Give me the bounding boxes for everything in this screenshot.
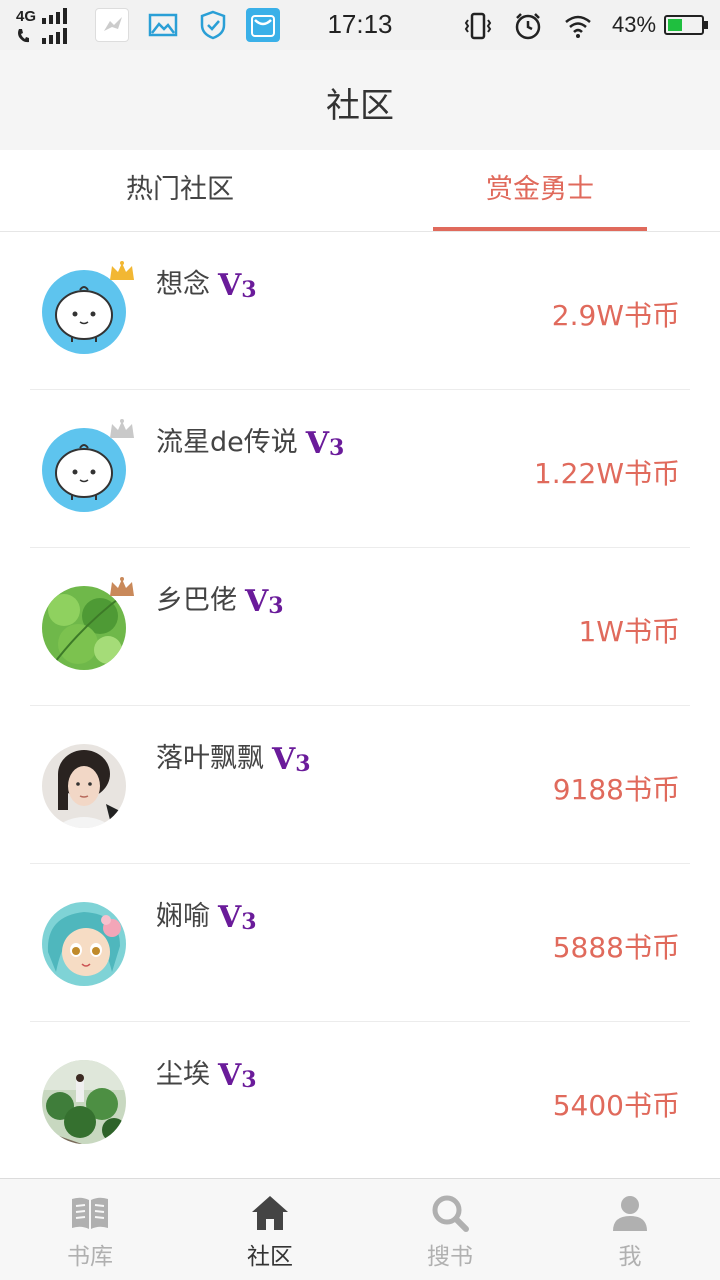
silver-crown-icon [108, 418, 136, 442]
shield-icon [196, 8, 230, 42]
nav-label: 书库 [67, 1244, 113, 1270]
coin-amount: 1.22W书币 [533, 457, 680, 490]
user-name: 流星de传说 V3 [156, 420, 344, 461]
user-name: 娴喻 V3 [156, 894, 257, 935]
list-item[interactable]: 乡巴佬 V3 1W书币 [30, 548, 690, 706]
signal-icon [42, 8, 67, 24]
tab-indicator [433, 227, 647, 231]
list-item[interactable]: 流星de传说 V3 1.22W书币 [30, 390, 690, 548]
signal-indicator: 4G [14, 6, 76, 48]
user-name-text: 娴喻 [156, 901, 210, 932]
signal-icon [42, 28, 67, 44]
vip-level-badge: V3 [272, 742, 311, 777]
user-name-text: 想念 [156, 269, 210, 300]
coin-amount: 5400书币 [552, 1089, 680, 1122]
list-item[interactable]: 落叶飘飘 V3 9188书币 [30, 706, 690, 864]
title-bar: 社区 [0, 50, 720, 150]
coin-amount: 2.9W书币 [551, 299, 680, 332]
tab-hot-community[interactable]: 热门社区 [0, 150, 360, 232]
avatar[interactable] [42, 902, 126, 986]
vivo-store-icon [246, 8, 280, 42]
clock: 17:13 [327, 9, 393, 39]
vip-level-badge: V3 [245, 584, 284, 619]
nav-label: 社区 [247, 1244, 293, 1270]
user-name-text: 流星de传说 [156, 427, 298, 458]
page-title: 社区 [326, 86, 394, 126]
list-item[interactable]: 想念 V3 2.9W书币 [30, 232, 690, 390]
user-icon [610, 1193, 650, 1233]
gallery-icon [146, 8, 180, 42]
coin-amount: 5888书币 [552, 931, 680, 964]
vip-level-badge: V3 [218, 900, 257, 935]
app-bird-icon [95, 8, 129, 42]
coin-amount: 1W书币 [578, 615, 680, 648]
user-name: 尘埃 V3 [156, 1052, 257, 1093]
user-name-text: 尘埃 [156, 1059, 210, 1090]
battery-percent: 43% [612, 12, 657, 37]
nav-community[interactable]: 社区 [180, 1179, 360, 1280]
user-name-text: 落叶飘飘 [156, 743, 264, 774]
book-icon [70, 1193, 110, 1233]
search-icon [430, 1193, 470, 1233]
nav-library[interactable]: 书库 [0, 1179, 180, 1280]
coin-amount: 9188书币 [552, 773, 680, 806]
bottom-nav: 书库 社区 搜书 我 [0, 1178, 720, 1280]
gold-crown-icon [108, 260, 136, 284]
status-bar: 4G 17:13 43% [0, 0, 720, 50]
user-name-text: 乡巴佬 [156, 585, 237, 616]
wifi-icon [562, 10, 594, 42]
alarm-icon [512, 10, 544, 42]
vip-level-badge: V3 [218, 1058, 257, 1093]
nav-me[interactable]: 我 [540, 1179, 720, 1280]
avatar[interactable] [42, 1060, 126, 1144]
nav-search-books[interactable]: 搜书 [360, 1179, 540, 1280]
home-icon [250, 1193, 290, 1233]
ranking-list: 想念 V3 2.9W书币 流星de传说 V3 1.22W书币 乡巴佬 V3 1W书币 … [0, 232, 720, 1180]
vip-level-badge: V3 [305, 426, 345, 461]
tab-bounty-warriors[interactable]: 赏金勇士 [360, 150, 720, 232]
user-name: 乡巴佬 V3 [156, 578, 284, 619]
user-name: 想念 V3 [156, 262, 257, 303]
phone-icon [16, 28, 30, 48]
list-item[interactable]: 娴喻 V3 5888书币 [30, 864, 690, 1022]
user-name: 落叶飘飘 V3 [156, 736, 311, 777]
vip-level-badge: V3 [218, 268, 257, 303]
list-item[interactable]: 尘埃 V3 5400书币 [30, 1022, 690, 1180]
vibrate-icon [462, 10, 494, 42]
bronze-crown-icon [108, 576, 136, 600]
tab-bar: 热门社区 赏金勇士 [0, 150, 720, 232]
nav-label: 搜书 [427, 1244, 473, 1270]
network-type: 4G [16, 8, 37, 25]
battery-icon [664, 15, 708, 35]
nav-label: 我 [618, 1244, 642, 1270]
avatar[interactable] [42, 744, 126, 828]
